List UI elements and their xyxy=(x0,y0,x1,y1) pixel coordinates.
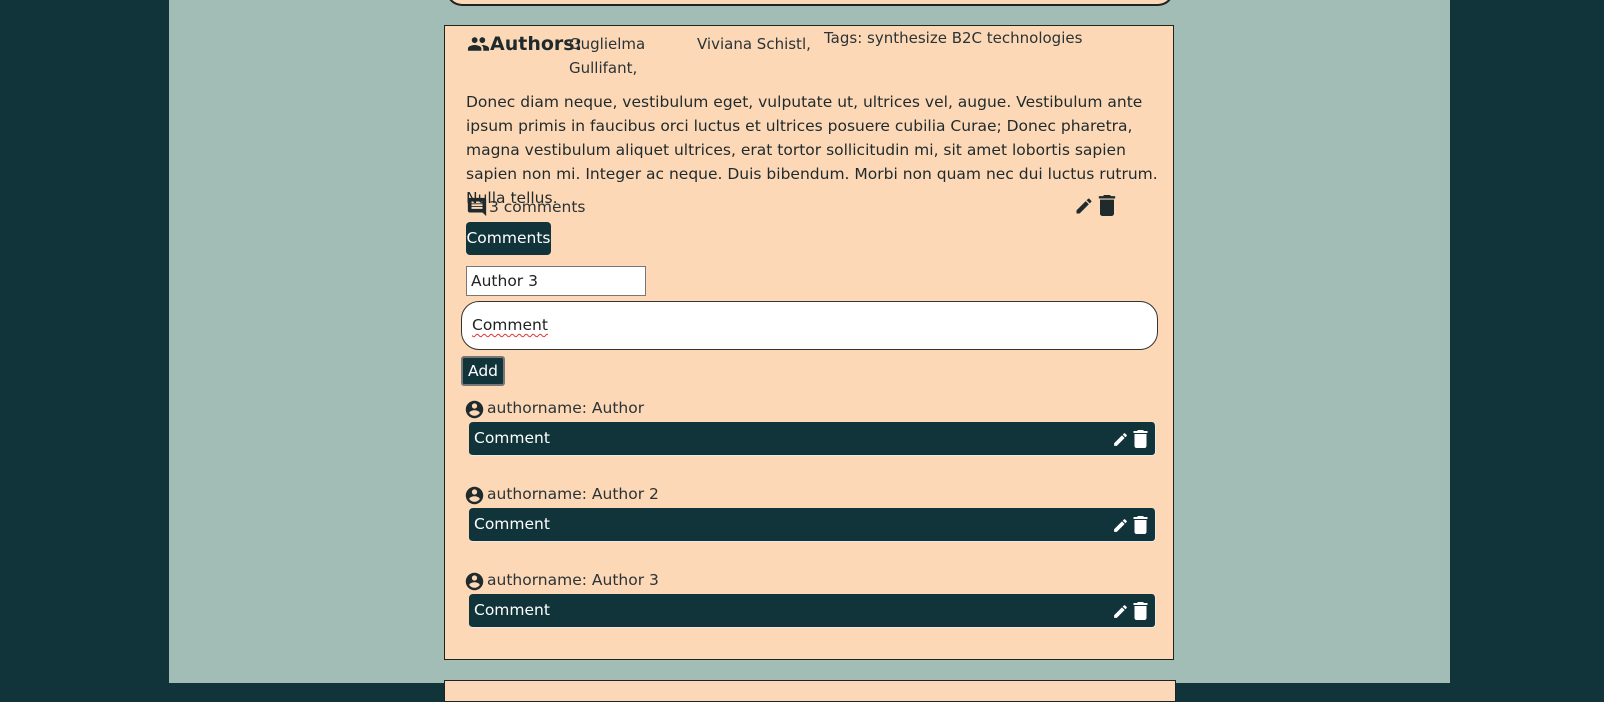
comment-input-value: Comment xyxy=(472,316,548,334)
comment-author-line: authorname: Author xyxy=(487,399,645,417)
post-body: Donec diam neque, vestibulum eget, vulpu… xyxy=(466,93,1158,207)
delete-post-trash-icon[interactable] xyxy=(1098,195,1116,216)
comment-text: Comment xyxy=(474,515,550,533)
account-circle-icon xyxy=(464,399,485,420)
account-circle-icon xyxy=(464,485,485,506)
post-tags: Tags: synthesize B2C technologies xyxy=(824,29,1083,47)
edit-post-pencil-icon[interactable] xyxy=(1074,196,1094,216)
edit-comment-pencil-icon[interactable] xyxy=(1112,603,1129,620)
author-name-1: Guglielma Gullifant, xyxy=(569,35,646,77)
comment-count: 3 comments xyxy=(489,198,586,216)
comment-text: Comment xyxy=(474,429,550,447)
account-circle-icon xyxy=(464,571,485,592)
comment-icon xyxy=(466,196,488,218)
people-icon xyxy=(467,35,490,53)
comment-item: Comment xyxy=(469,422,1156,456)
next-post-card xyxy=(444,680,1176,702)
comment-input[interactable]: Comment xyxy=(461,301,1158,350)
comment-item: Comment xyxy=(469,508,1156,542)
comment-author-line: authorname: Author 2 xyxy=(487,485,659,503)
add-comment-button[interactable]: Add xyxy=(461,356,505,386)
author-name-2: Viviana Schistl, xyxy=(697,35,811,53)
delete-comment-trash-icon[interactable] xyxy=(1133,602,1148,620)
delete-comment-trash-icon[interactable] xyxy=(1133,430,1148,448)
post-card: Authors: Guglielma Gullifant, Viviana Sc… xyxy=(444,25,1174,660)
comment-text: Comment xyxy=(474,601,550,619)
author-name-input[interactable]: Author 3 xyxy=(466,266,646,296)
comments-button[interactable]: Comments xyxy=(466,222,551,255)
edit-comment-pencil-icon[interactable] xyxy=(1112,431,1129,448)
comment-author-line: authorname: Author 3 xyxy=(487,571,659,589)
previous-post-card xyxy=(446,0,1174,6)
comment-item: Comment xyxy=(469,594,1156,628)
delete-comment-trash-icon[interactable] xyxy=(1133,516,1148,534)
edit-comment-pencil-icon[interactable] xyxy=(1112,517,1129,534)
